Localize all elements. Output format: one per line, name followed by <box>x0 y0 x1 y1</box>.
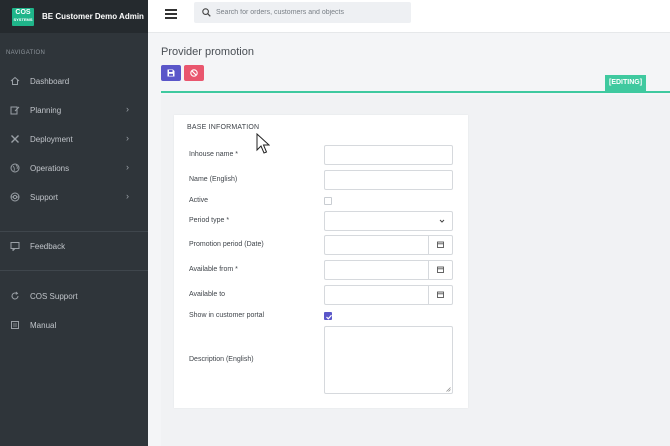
promotion-period-label: Promotion period (Date) <box>189 241 264 248</box>
refresh-icon <box>11 291 19 300</box>
book-icon <box>11 321 19 329</box>
form-panel: BASE INFORMATION Inhouse name * Name (En… <box>161 95 670 446</box>
main-content: Provider promotion [EDITING] BASE INFORM… <box>148 33 670 446</box>
menu-icon[interactable] <box>165 9 177 19</box>
comment-icon <box>10 242 20 251</box>
save-button[interactable] <box>161 65 181 81</box>
promotion-period-field[interactable] <box>324 235 453 255</box>
sidebar-item-label: COS Support <box>30 292 78 301</box>
cos-logo: COS SYSTEMS <box>12 8 34 26</box>
save-icon <box>167 69 175 77</box>
topbar <box>148 0 670 33</box>
calendar-icon <box>437 266 444 273</box>
ban-icon <box>190 69 198 77</box>
edit-icon <box>10 106 20 115</box>
sidebar-item-dashboard[interactable]: Dashboard <box>0 70 148 92</box>
sidebar-item-deployment[interactable]: Deployment › <box>0 128 148 150</box>
inhouse-name-label: Inhouse name * <box>189 151 239 158</box>
resize-grip-icon[interactable] <box>446 387 451 392</box>
cancel-button[interactable] <box>184 65 204 81</box>
sidebar-item-label: Support <box>30 193 59 202</box>
description-english-textarea[interactable] <box>324 326 453 394</box>
description-english-label: Description (English) <box>189 356 254 363</box>
base-information-card: BASE INFORMATION Inhouse name * Name (En… <box>174 115 468 408</box>
check-icon <box>326 314 332 320</box>
calendar-icon <box>437 291 444 298</box>
search-box <box>194 2 411 23</box>
chevron-right-icon: › <box>126 104 129 114</box>
sidebar-item-label: Deployment <box>30 135 73 144</box>
sidebar-item-feedback[interactable]: Feedback <box>0 235 148 257</box>
sidebar-item-planning[interactable]: Planning › <box>0 99 148 121</box>
sidebar-item-label: Operations <box>30 164 70 173</box>
calendar-button[interactable] <box>428 236 452 254</box>
chevron-right-icon: › <box>126 191 129 201</box>
chevron-right-icon: › <box>126 133 129 143</box>
sidebar-item-label: Manual <box>30 321 57 330</box>
lifebuoy-icon <box>10 192 20 202</box>
available-from-label: Available from * <box>189 266 238 273</box>
name-english-label: Name (English) <box>189 176 238 183</box>
brand-header[interactable]: COS SYSTEMS BE Customer Demo Admin <box>0 0 148 33</box>
section-title: BASE INFORMATION <box>187 124 260 131</box>
calendar-button[interactable] <box>428 286 452 304</box>
sidebar-item-label: Feedback <box>30 242 66 251</box>
search-input[interactable] <box>216 4 406 21</box>
period-type-label: Period type * <box>189 217 230 224</box>
status-badge: [EDITING] <box>605 75 647 91</box>
search-icon <box>202 8 211 17</box>
chevron-right-icon: › <box>126 162 129 172</box>
available-to-field[interactable] <box>324 285 453 305</box>
period-type-select[interactable] <box>324 211 453 231</box>
tools-icon <box>11 135 19 143</box>
active-checkbox[interactable] <box>324 197 332 205</box>
page-title: Provider promotion <box>161 46 254 58</box>
brand-title: BE Customer Demo Admin <box>42 12 144 21</box>
nav-section-title: NAVIGATION <box>6 50 46 56</box>
sidebar: COS SYSTEMS BE Customer Demo Admin NAVIG… <box>0 0 148 446</box>
active-label: Active <box>189 197 209 204</box>
sidebar-item-label: Planning <box>30 106 62 115</box>
sidebar-item-operations[interactable]: Operations › <box>0 157 148 179</box>
calendar-icon <box>437 241 444 248</box>
available-to-label: Available to <box>189 291 226 298</box>
sidebar-item-cos-support[interactable]: COS Support <box>0 285 148 307</box>
show-in-portal-label: Show in customer portal <box>189 312 265 319</box>
available-from-field[interactable] <box>324 260 453 280</box>
sidebar-item-manual[interactable]: Manual <box>0 314 148 336</box>
name-english-field[interactable] <box>324 170 453 190</box>
chevron-down-icon <box>439 219 445 223</box>
sidebar-divider <box>0 231 148 232</box>
status-divider <box>161 91 670 93</box>
sidebar-item-support[interactable]: Support › <box>0 186 148 208</box>
inhouse-name-field[interactable] <box>324 145 453 165</box>
sidebar-item-label: Dashboard <box>30 77 70 86</box>
mouse-cursor-icon <box>256 133 270 154</box>
home-icon <box>10 76 20 85</box>
sidebar-divider <box>0 270 148 271</box>
show-in-portal-checkbox[interactable] <box>324 312 332 320</box>
globe-icon <box>10 163 20 173</box>
calendar-button[interactable] <box>428 261 452 279</box>
